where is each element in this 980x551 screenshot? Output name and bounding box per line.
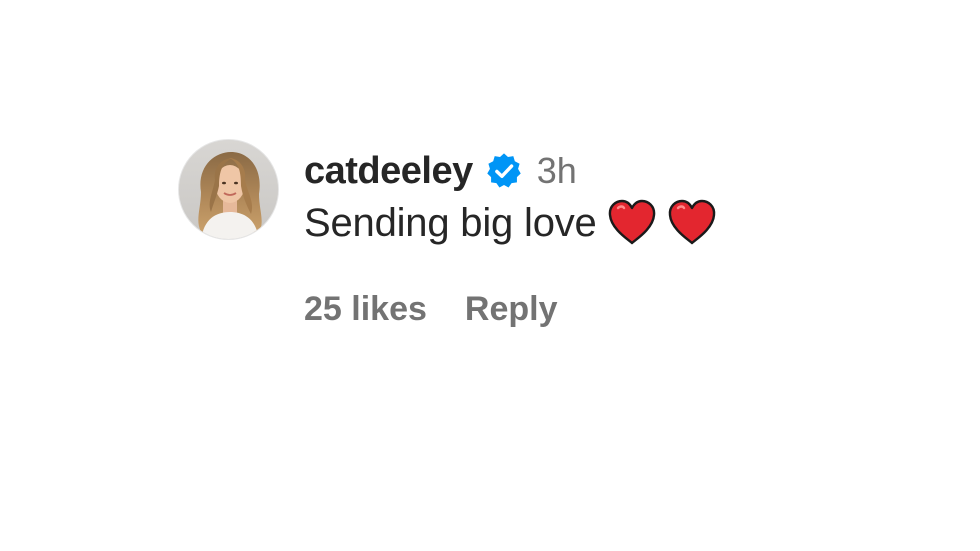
comment-actions: 25 likes Reply: [304, 287, 557, 331]
comment-header: catdeeley 3h: [304, 147, 804, 195]
verified-badge-icon: [485, 152, 523, 190]
red-heart-icon: [607, 199, 657, 247]
avatar-image: [179, 140, 278, 239]
red-heart-icon: [667, 199, 717, 247]
username-link[interactable]: catdeeley: [304, 147, 473, 195]
comment-content: catdeeley 3h Sending big love: [304, 147, 804, 251]
avatar[interactable]: [178, 139, 279, 240]
comment-text: Sending big love: [304, 201, 597, 245]
likes-count-link[interactable]: 25 likes: [304, 287, 427, 331]
reply-button[interactable]: Reply: [465, 287, 558, 331]
comment-body: Sending big love: [304, 195, 804, 251]
comment-timestamp: 3h: [536, 150, 577, 191]
